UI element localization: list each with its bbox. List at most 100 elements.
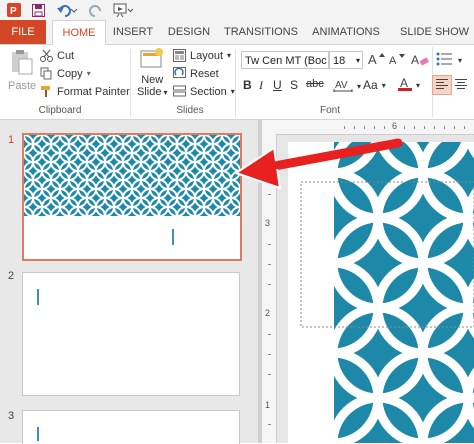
character-spacing-button[interactable]: AV ▾ — [333, 78, 361, 95]
font-size-dropdown-icon[interactable]: ▾ — [356, 52, 360, 70]
title-bar: P — [0, 0, 474, 20]
powerpoint-logo-icon: P — [6, 2, 22, 18]
layout-dropdown-icon[interactable]: ▾ — [227, 51, 231, 60]
bold-button[interactable]: B — [243, 78, 252, 92]
grow-font-icon: A — [368, 52, 386, 69]
copy-label: Copy — [57, 67, 83, 80]
change-case-icon: Aa — [363, 78, 378, 92]
italic-button[interactable]: I — [259, 78, 263, 93]
start-from-beginning-icon[interactable] — [112, 2, 134, 18]
center-align-icon — [455, 78, 467, 92]
font-color-icon: A — [398, 76, 412, 95]
bullets-icon — [436, 52, 454, 69]
tab-slide-show[interactable]: SLIDE SHOW — [394, 20, 474, 44]
copy-dropdown-icon[interactable]: ▾ — [87, 69, 91, 78]
layout-button[interactable]: Layout ▾ — [173, 49, 231, 62]
shadow-icon: S — [290, 78, 299, 92]
svg-text:A: A — [411, 53, 419, 66]
svg-text:P: P — [10, 6, 17, 17]
paste-label: Paste — [8, 80, 37, 92]
section-button[interactable]: Section ▾ — [173, 85, 235, 98]
new-slide-label-line1: New — [141, 74, 164, 86]
font-size-value: 18 — [333, 55, 346, 67]
font-group-label: Font — [319, 105, 340, 116]
slides-group-label: Slides — [176, 105, 204, 116]
tab-animations[interactable]: ANIMATIONS — [308, 20, 384, 44]
reset-label: Reset — [190, 67, 219, 80]
font-name-dropdown[interactable]: Tw Cen MT (Boc — [241, 51, 329, 69]
undo-icon[interactable] — [56, 2, 78, 18]
font-color-button[interactable]: A ▾ — [398, 76, 420, 95]
paste-icon — [10, 49, 34, 78]
reset-icon — [173, 67, 186, 80]
current-slide-canvas[interactable] — [288, 142, 474, 443]
text-placeholder-marker — [37, 427, 39, 441]
svg-text:A: A — [389, 55, 397, 66]
slide-thumbnail-2[interactable] — [22, 272, 240, 396]
tab-insert[interactable]: INSERT — [110, 20, 156, 44]
change-case-button[interactable]: Aa ▾ — [363, 78, 386, 92]
tab-home[interactable]: HOME — [52, 20, 106, 46]
slide-background-pattern — [288, 142, 474, 443]
slide-thumbnail-1[interactable] — [22, 133, 242, 261]
save-icon[interactable] — [30, 2, 46, 18]
format-painter-button[interactable]: Format Painter — [40, 85, 130, 98]
paintbrush-icon — [40, 85, 53, 98]
decrease-font-size-button[interactable]: A — [389, 52, 407, 69]
tab-transitions[interactable]: TRANSITIONS — [222, 20, 300, 44]
clipboard-group-label: Clipboard — [38, 105, 82, 116]
new-slide-button[interactable]: New Slide ▾ — [137, 47, 167, 98]
cut-button[interactable]: Cut — [40, 49, 74, 62]
slide-number: 2 — [8, 270, 15, 282]
horizontal-ruler: 6 — [262, 120, 474, 135]
strikethrough-button[interactable]: abc — [306, 78, 324, 90]
bullets-button[interactable]: ▾ — [436, 52, 462, 69]
clear-formatting-icon: A — [411, 52, 429, 69]
slide-thumbnail-3[interactable] — [22, 410, 240, 444]
tab-design[interactable]: DESIGN — [166, 20, 212, 44]
paste-button[interactable]: Paste — [8, 49, 36, 92]
text-placeholder-marker — [37, 289, 39, 305]
strikethrough-icon: abc — [306, 78, 324, 90]
new-slide-dropdown-icon[interactable]: ▾ — [163, 88, 167, 97]
shrink-font-icon: A — [389, 52, 407, 69]
underline-button[interactable]: U — [273, 78, 282, 92]
character-spacing-icon: AV — [333, 78, 353, 95]
font-color-dropdown-icon[interactable]: ▾ — [416, 81, 420, 90]
svg-text:A: A — [400, 76, 408, 90]
center-align-button[interactable] — [455, 78, 467, 92]
reset-button[interactable]: Reset — [173, 67, 219, 80]
svg-text:AV: AV — [335, 80, 348, 91]
section-label: Section — [190, 85, 227, 98]
slide-number: 3 — [8, 410, 15, 422]
slide-pattern-thumbnail — [24, 135, 240, 259]
section-icon — [173, 85, 186, 98]
slide-number: 1 — [8, 134, 15, 146]
ruler-mark-6: 6 — [392, 121, 398, 131]
format-painter-label: Format Painter — [57, 85, 130, 98]
underline-icon: U — [273, 78, 282, 92]
cut-label: Cut — [57, 49, 75, 62]
copy-button[interactable]: Copy ▾ — [40, 67, 91, 80]
font-size-dropdown[interactable]: 18 ▾ — [329, 51, 363, 69]
clear-formatting-button[interactable]: A — [411, 52, 429, 69]
font-name-value: Tw Cen MT (Boc — [245, 55, 327, 67]
redo-icon[interactable] — [88, 2, 104, 18]
align-left-button[interactable] — [432, 75, 452, 95]
vertical-ruler: 3 2 1 — [262, 134, 277, 443]
ribbon-separator — [130, 49, 131, 117]
tab-file[interactable]: FILE — [0, 20, 46, 44]
change-case-dropdown-icon[interactable]: ▾ — [382, 81, 386, 90]
bold-icon: B — [243, 78, 252, 92]
shadow-button[interactable]: S — [290, 78, 298, 92]
bullets-dropdown-icon[interactable]: ▾ — [458, 56, 462, 65]
character-spacing-dropdown-icon[interactable]: ▾ — [357, 82, 361, 91]
copy-icon — [40, 67, 53, 80]
svg-text:A: A — [368, 52, 377, 66]
scissors-icon — [40, 49, 53, 62]
layout-icon — [173, 49, 186, 62]
increase-font-size-button[interactable]: A — [368, 52, 386, 69]
align-left-icon — [436, 78, 448, 92]
new-slide-label-line2: Slide — [137, 86, 162, 98]
ribbon-tabs: FILE HOME INSERT DESIGN TRANSITIONS ANIM… — [0, 20, 474, 46]
